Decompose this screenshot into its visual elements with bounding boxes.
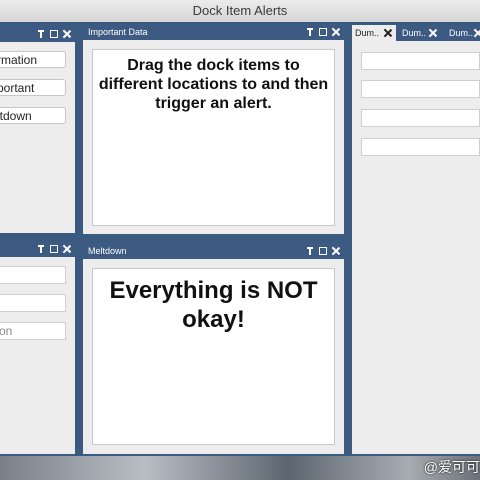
- close-icon[interactable]: [63, 29, 71, 39]
- window-title: Dock Item Alerts: [192, 3, 288, 18]
- close-icon[interactable]: [473, 28, 480, 38]
- important-data-header[interactable]: Important Data: [83, 24, 344, 40]
- meltdown-button[interactable]: ltdown: [0, 107, 66, 124]
- tab-label: Dum..: [449, 28, 474, 38]
- watermark: @爱可可: [423, 459, 480, 475]
- tab-label: Dum..: [355, 28, 380, 38]
- maximize-icon[interactable]: [319, 27, 327, 37]
- maximize-icon[interactable]: [319, 246, 327, 256]
- close-icon[interactable]: [383, 28, 392, 38]
- tab-dummy-1[interactable]: Dum..: [352, 25, 396, 41]
- left-bottom-panel-header[interactable]: [0, 241, 75, 257]
- maximize-icon[interactable]: [50, 244, 58, 254]
- information-button[interactable]: rmation: [0, 51, 66, 68]
- pin-icon[interactable]: [37, 29, 45, 39]
- pin-icon[interactable]: [306, 246, 314, 256]
- tab-bar: Dum.. Dum.. Dum..: [352, 25, 480, 41]
- text-field-2[interactable]: [0, 294, 66, 312]
- important-data-title: Important Data: [88, 27, 148, 37]
- close-icon[interactable]: [63, 244, 71, 254]
- right-field-1[interactable]: [361, 52, 480, 70]
- right-field-3[interactable]: [361, 109, 480, 127]
- tab-dummy-2[interactable]: Dum..: [399, 25, 443, 41]
- meltdown-header[interactable]: Meltdown: [83, 243, 344, 259]
- pin-icon[interactable]: [37, 244, 45, 254]
- right-tabbed-panel: Dum.. Dum.. Dum..: [352, 25, 480, 454]
- left-top-panel-header[interactable]: [0, 26, 75, 42]
- meltdown-panel: Meltdown Everything is NOT okay!: [83, 243, 344, 454]
- window-titlebar: Dock Item Alerts: [0, 0, 480, 23]
- tab-dummy-3[interactable]: Dum..: [446, 25, 480, 41]
- close-icon[interactable]: [428, 28, 437, 38]
- important-button[interactable]: portant: [0, 79, 66, 96]
- meltdown-message: Everything is NOT okay!: [109, 277, 318, 333]
- maximize-icon[interactable]: [50, 29, 58, 39]
- close-icon[interactable]: [332, 27, 340, 37]
- right-field-4[interactable]: [361, 138, 480, 156]
- important-message-box[interactable]: Drag the dock items to different locatio…: [92, 49, 335, 226]
- meltdown-title: Meltdown: [88, 246, 127, 256]
- tab-label: Dum..: [402, 28, 427, 38]
- text-field-3[interactable]: on: [0, 322, 66, 340]
- important-message: Drag the dock items to different locatio…: [98, 57, 329, 112]
- text-field-1[interactable]: [0, 266, 66, 284]
- close-icon[interactable]: [332, 246, 340, 256]
- left-bottom-panel: on: [0, 241, 75, 454]
- left-top-panel: rmation portant ltdown: [0, 26, 75, 233]
- important-data-panel: Important Data Drag the dock items to di…: [83, 24, 344, 234]
- meltdown-message-box[interactable]: Everything is NOT okay!: [92, 268, 335, 445]
- pin-icon[interactable]: [306, 27, 314, 37]
- desktop-background: [0, 456, 480, 480]
- right-field-2[interactable]: [361, 80, 480, 98]
